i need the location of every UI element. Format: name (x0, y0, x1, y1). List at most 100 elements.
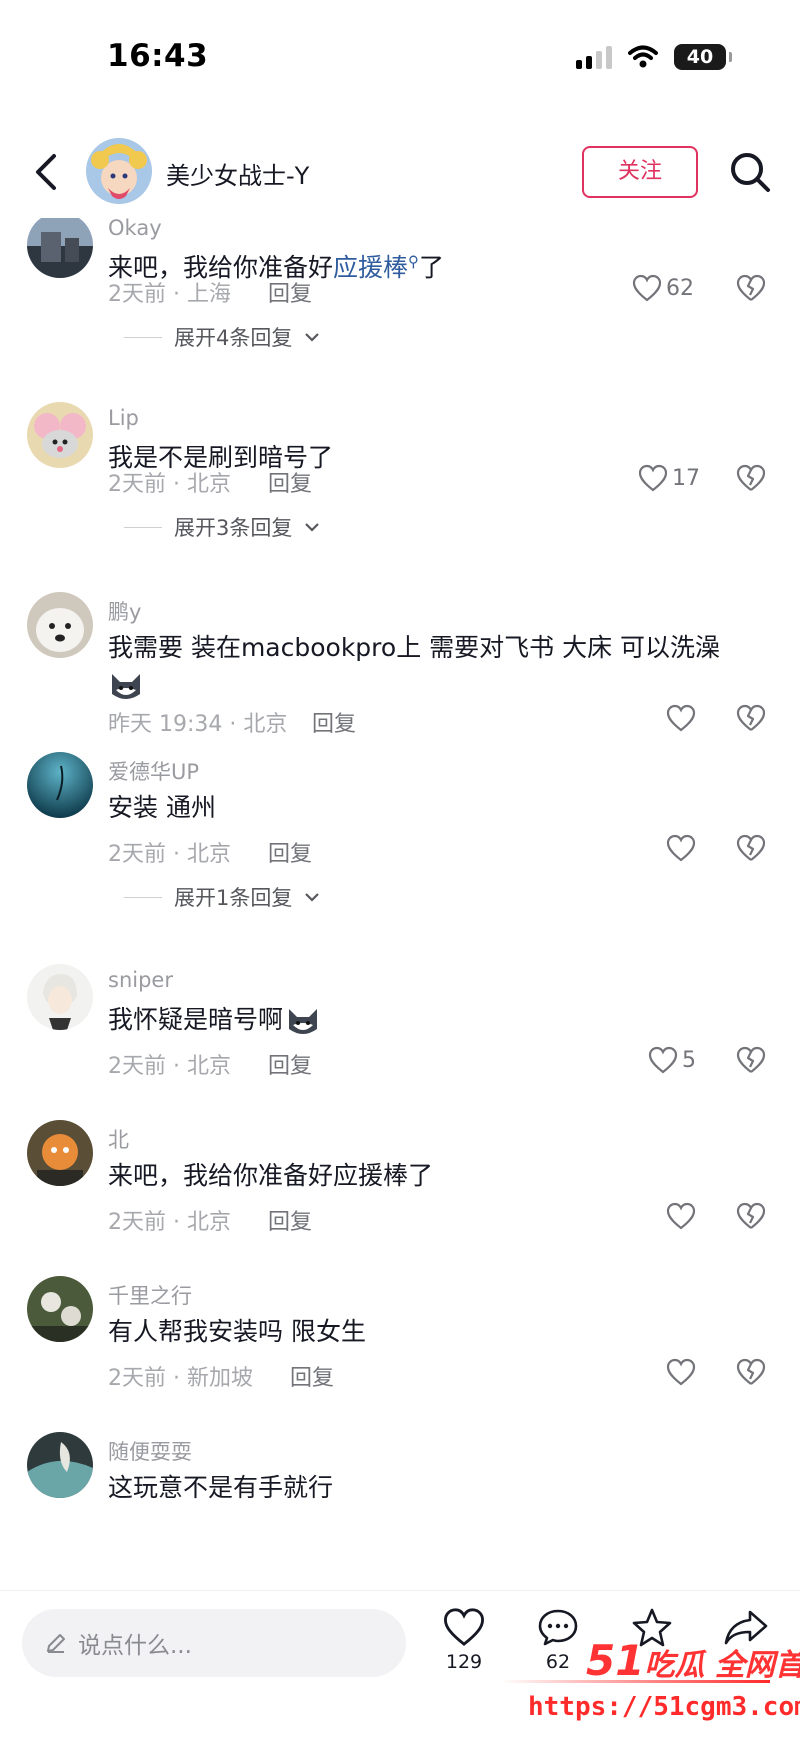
comment-text: 我怀疑是暗号啊 (108, 1000, 321, 1039)
expand-replies-button[interactable]: 展开3条回复 (124, 512, 320, 542)
expand-replies-label: 展开1条回复 (174, 886, 293, 910)
status-icons: 40 (576, 44, 732, 70)
comment-post-count: 62 (545, 1651, 571, 1673)
comment-text: 有人帮我安装吗 限女生 (108, 1317, 366, 1346)
like-button[interactable]: 62 (632, 274, 694, 302)
divider (124, 526, 162, 528)
comment-username[interactable]: 北 (108, 1124, 129, 1154)
like-post-button[interactable]: 129 (442, 1607, 486, 1673)
dislike-button[interactable] (736, 1202, 766, 1234)
search-icon (731, 153, 770, 192)
expand-replies-button[interactable]: 展开1条回复 (124, 882, 320, 912)
comment-text-part: 我怀疑是暗号啊 (108, 1005, 284, 1034)
comment-icon (538, 1609, 578, 1646)
like-count: 17 (672, 465, 700, 491)
star-icon (632, 1608, 672, 1647)
search-keyword-link[interactable]: 应援棒 (333, 253, 408, 282)
dislike-button[interactable] (736, 1046, 766, 1078)
dislike-button[interactable] (736, 1358, 766, 1390)
comment-input[interactable]: 说点什么... (22, 1609, 406, 1677)
comment-input-placeholder: 说点什么... (78, 1633, 192, 1659)
dislike-button[interactable] (736, 274, 766, 306)
back-button[interactable] (26, 148, 68, 196)
comment-text: 我需要 装在macbookpro上 需要对飞书 大床 可以洗澡 (108, 633, 721, 662)
like-button[interactable] (666, 704, 696, 732)
avatar[interactable] (27, 1432, 93, 1498)
like-post-count: 129 (445, 1651, 483, 1673)
comment-username[interactable]: 鹏y (108, 596, 141, 626)
comment-username[interactable]: 随便耍耍 (108, 1436, 192, 1466)
chevron-down-icon (305, 333, 320, 342)
avatar[interactable] (27, 402, 93, 468)
search-keyword-icon: ⚲ (408, 252, 420, 271)
comment-text-part: 了 (419, 253, 445, 282)
like-button[interactable] (666, 1358, 696, 1386)
back-arrow-icon (36, 154, 56, 190)
author-avatar[interactable] (86, 138, 152, 204)
bottom-bar: 说点什么... 129 62 (0, 1590, 800, 1739)
broken-heart-icon (736, 1358, 766, 1385)
comment-text: 这玩意不是有手就行 (108, 1473, 334, 1502)
avatar[interactable] (27, 752, 93, 818)
status-time: 16:43 (107, 38, 209, 74)
reply-button[interactable]: 回复 (268, 836, 312, 868)
chevron-down-icon (305, 523, 320, 532)
heart-icon (648, 1046, 678, 1074)
comment-time-location: 2天前 · 北京 (108, 1210, 231, 1235)
status-bar: 16:43 40 (0, 0, 800, 110)
favorite-button[interactable] (630, 1607, 674, 1647)
avatar[interactable] (27, 218, 93, 278)
reply-button[interactable]: 回复 (268, 466, 312, 498)
comment-time-location: 2天前 · 北京 (108, 1054, 231, 1079)
comment-username[interactable]: 千里之行 (108, 1280, 192, 1310)
like-button[interactable]: 17 (638, 464, 700, 492)
broken-heart-icon (736, 274, 766, 301)
reply-button[interactable]: 回复 (268, 276, 312, 308)
comment-text: 安装 通州 (108, 793, 216, 822)
nav-bar: 美少女战士-Y 关注 (0, 126, 800, 218)
heart-icon (666, 1202, 696, 1230)
share-icon (724, 1610, 768, 1645)
reply-button[interactable]: 回复 (312, 706, 356, 738)
avatar[interactable] (27, 964, 93, 1030)
follow-button[interactable]: 关注 (582, 146, 698, 198)
comment-time-location: 2天前 · 北京 (108, 842, 231, 867)
expand-replies-label: 展开4条回复 (174, 326, 293, 350)
heart-icon (666, 1358, 696, 1386)
expand-replies-button[interactable]: 展开4条回复 (124, 322, 320, 352)
husky-emoji-sticker (108, 668, 144, 704)
avatar[interactable] (27, 1276, 93, 1342)
like-button[interactable] (666, 1202, 696, 1230)
dislike-button[interactable] (736, 464, 766, 496)
avatar[interactable] (27, 1120, 93, 1186)
comment-list[interactable]: Okay 来吧，我给你准备好应援棒⚲了 2天前 · 上海 回复 62 展开4条回… (0, 218, 800, 1590)
reply-button[interactable]: 回复 (268, 1048, 312, 1080)
comment-text: 来吧，我给你准备好应援棒了 (108, 1161, 434, 1190)
comment-username[interactable]: Lip (108, 406, 139, 430)
reply-button[interactable]: 回复 (290, 1360, 334, 1392)
comment-username[interactable]: 爱德华UP (108, 756, 199, 786)
comment-username[interactable]: Okay (108, 218, 162, 240)
comment-time-location: 2天前 · 北京 (108, 472, 231, 497)
avatar[interactable] (27, 592, 93, 658)
dislike-button[interactable] (736, 834, 766, 866)
search-button[interactable] (726, 148, 774, 196)
expand-replies-label: 展开3条回复 (174, 516, 293, 540)
heart-icon (443, 1608, 485, 1646)
like-button[interactable] (666, 834, 696, 862)
comment-username[interactable]: sniper (108, 968, 173, 992)
comment-time-location: 2天前 · 上海 (108, 282, 231, 307)
broken-heart-icon (736, 464, 766, 491)
reply-button[interactable]: 回复 (268, 1204, 312, 1236)
share-button[interactable] (722, 1607, 770, 1647)
broken-heart-icon (736, 1046, 766, 1073)
like-button[interactable]: 5 (648, 1046, 696, 1074)
dislike-button[interactable] (736, 704, 766, 736)
comment-post-button[interactable]: 62 (536, 1607, 580, 1673)
battery-icon: 40 (674, 44, 732, 70)
heart-icon (632, 274, 662, 302)
divider (124, 336, 162, 338)
broken-heart-icon (736, 834, 766, 861)
page-title[interactable]: 美少女战士-Y (166, 156, 309, 191)
husky-emoji-sticker (289, 1009, 318, 1034)
